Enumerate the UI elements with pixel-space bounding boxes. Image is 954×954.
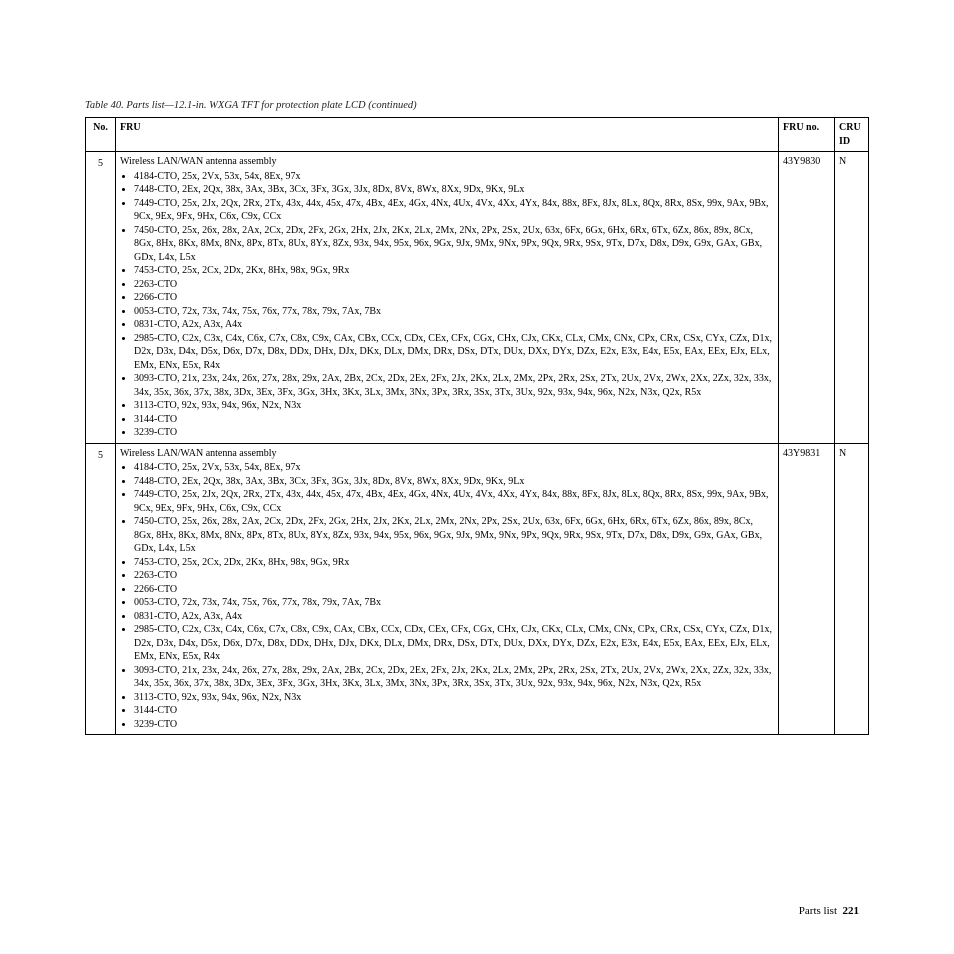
fru-list-item: 3093-CTO, 21x, 23x, 24x, 26x, 27x, 28x, … (134, 664, 774, 691)
col-header-fruno: FRU no. (779, 118, 835, 152)
fru-list-item: 2266-CTO (134, 291, 774, 305)
fru-title: Wireless LAN/WAN antenna assembly (120, 155, 774, 169)
fru-list-item: 0053-CTO, 72x, 73x, 74x, 75x, 76x, 77x, … (134, 596, 774, 610)
fru-list-item: 2263-CTO (134, 278, 774, 292)
fru-list-item: 0053-CTO, 72x, 73x, 74x, 75x, 76x, 77x, … (134, 305, 774, 319)
cell-no: 5 (86, 443, 116, 735)
parts-table: No. FRU FRU no. CRU ID 5Wireless LAN/WAN… (85, 117, 869, 735)
fru-list: 4184-CTO, 25x, 2Vx, 53x, 54x, 8Ex, 97x74… (120, 170, 774, 440)
fru-list-item: 0831-CTO, A2x, A3x, A4x (134, 318, 774, 332)
fru-list-item: 2985-CTO, C2x, C3x, C4x, C6x, C7x, C8x, … (134, 623, 774, 664)
fru-list-item: 0831-CTO, A2x, A3x, A4x (134, 610, 774, 624)
fru-list-item: 2266-CTO (134, 583, 774, 597)
fru-list-item: 3144-CTO (134, 704, 774, 718)
fru-list-item: 3113-CTO, 92x, 93x, 94x, 96x, N2x, N3x (134, 691, 774, 705)
cell-fru: Wireless LAN/WAN antenna assembly4184-CT… (116, 443, 779, 735)
cell-fruno: 43Y9830 (779, 152, 835, 444)
table-header-row: No. FRU FRU no. CRU ID (86, 118, 869, 152)
fru-list-item: 7449-CTO, 25x, 2Jx, 2Qx, 2Rx, 2Tx, 43x, … (134, 488, 774, 515)
table-row: 5Wireless LAN/WAN antenna assembly4184-C… (86, 152, 869, 444)
cell-fru: Wireless LAN/WAN antenna assembly4184-CT… (116, 152, 779, 444)
fru-list-item: 3239-CTO (134, 426, 774, 440)
cell-cruid: N (835, 443, 869, 735)
footer-label: Parts list (799, 905, 837, 917)
footer-page-number: 221 (843, 905, 860, 917)
fru-list-item: 7448-CTO, 2Ex, 2Qx, 38x, 3Ax, 3Bx, 3Cx, … (134, 475, 774, 489)
fru-list-item: 3239-CTO (134, 718, 774, 732)
fru-list: 4184-CTO, 25x, 2Vx, 53x, 54x, 8Ex, 97x74… (120, 461, 774, 731)
fru-list-item: 3113-CTO, 92x, 93x, 94x, 96x, N2x, N3x (134, 399, 774, 413)
col-header-cruid: CRU ID (835, 118, 869, 152)
fru-title: Wireless LAN/WAN antenna assembly (120, 447, 774, 461)
fru-list-item: 7449-CTO, 25x, 2Jx, 2Qx, 2Rx, 2Tx, 43x, … (134, 197, 774, 224)
fru-list-item: 7448-CTO, 2Ex, 2Qx, 38x, 3Ax, 3Bx, 3Cx, … (134, 183, 774, 197)
fru-list-item: 7453-CTO, 25x, 2Cx, 2Dx, 2Kx, 8Hx, 98x, … (134, 264, 774, 278)
fru-list-item: 3093-CTO, 21x, 23x, 24x, 26x, 27x, 28x, … (134, 372, 774, 399)
cell-cruid: N (835, 152, 869, 444)
col-header-no: No. (86, 118, 116, 152)
table-caption: Table 40. Parts list—12.1-in. WXGA TFT f… (85, 100, 869, 111)
cell-no: 5 (86, 152, 116, 444)
fru-list-item: 4184-CTO, 25x, 2Vx, 53x, 54x, 8Ex, 97x (134, 170, 774, 184)
table-row: 5Wireless LAN/WAN antenna assembly4184-C… (86, 443, 869, 735)
fru-list-item: 7450-CTO, 25x, 26x, 28x, 2Ax, 2Cx, 2Dx, … (134, 515, 774, 556)
fru-list-item: 7453-CTO, 25x, 2Cx, 2Dx, 2Kx, 8Hx, 98x, … (134, 556, 774, 570)
col-header-fru: FRU (116, 118, 779, 152)
fru-list-item: 2263-CTO (134, 569, 774, 583)
document-page: Table 40. Parts list—12.1-in. WXGA TFT f… (0, 0, 954, 735)
fru-list-item: 3144-CTO (134, 413, 774, 427)
cell-fruno: 43Y9831 (779, 443, 835, 735)
fru-list-item: 2985-CTO, C2x, C3x, C4x, C6x, C7x, C8x, … (134, 332, 774, 373)
page-footer: Parts list 221 (799, 905, 859, 917)
fru-list-item: 7450-CTO, 25x, 26x, 28x, 2Ax, 2Cx, 2Dx, … (134, 224, 774, 265)
fru-list-item: 4184-CTO, 25x, 2Vx, 53x, 54x, 8Ex, 97x (134, 461, 774, 475)
